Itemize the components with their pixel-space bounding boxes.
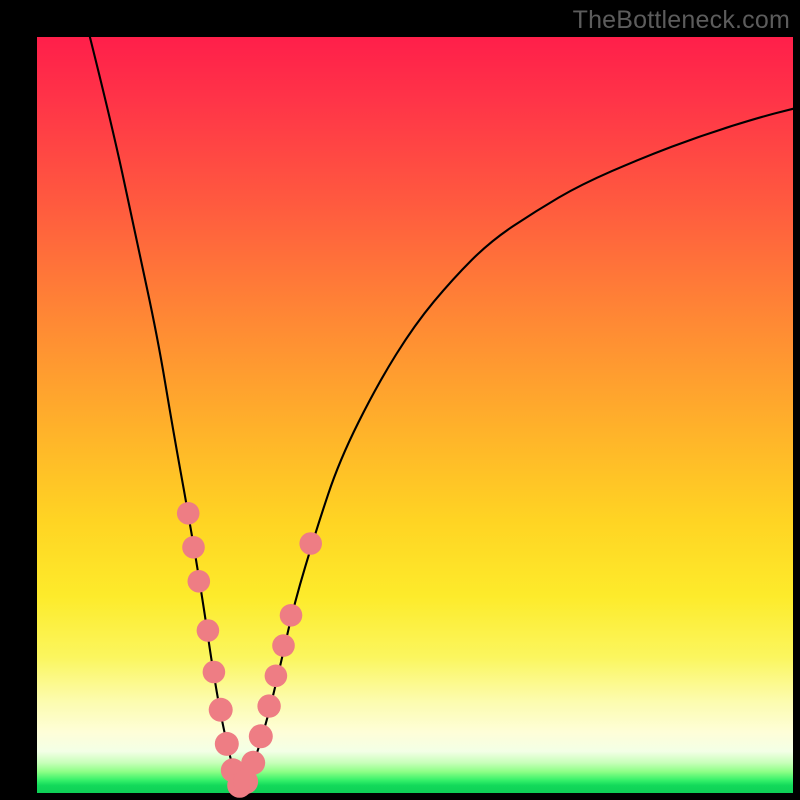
- marker-dot: [197, 619, 220, 642]
- marker-dot: [177, 502, 200, 525]
- chart-svg: [37, 37, 793, 793]
- marker-dot: [257, 694, 280, 717]
- marker-dot: [209, 698, 233, 722]
- plot-area: [37, 37, 793, 793]
- bottleneck-curve: [90, 37, 793, 786]
- marker-dot: [249, 724, 273, 748]
- marker-layer: [177, 502, 322, 798]
- marker-dot: [272, 634, 295, 657]
- marker-dot: [188, 570, 211, 593]
- marker-dot: [241, 751, 265, 775]
- marker-dot: [265, 665, 288, 688]
- marker-dot: [280, 604, 303, 627]
- marker-dot: [182, 536, 205, 559]
- marker-dot: [215, 732, 239, 756]
- watermark-text: TheBottleneck.com: [573, 6, 790, 35]
- curve-layer: [90, 37, 793, 786]
- marker-dot: [299, 532, 322, 555]
- chart-frame: TheBottleneck.com: [0, 0, 800, 800]
- marker-dot: [203, 661, 226, 684]
